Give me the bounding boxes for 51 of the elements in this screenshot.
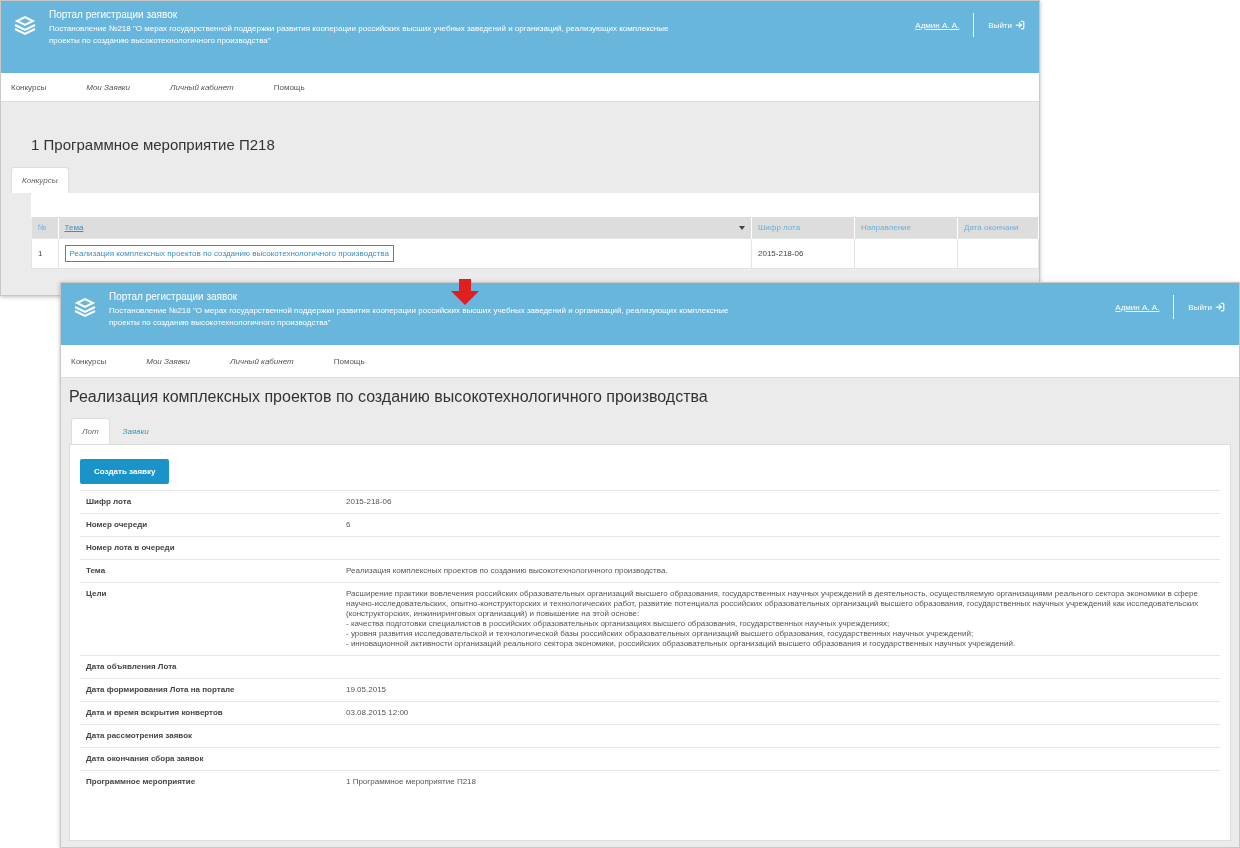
field-label: Цели (86, 589, 108, 600)
field-label: Номер лота в очереди (86, 543, 176, 553)
stacked-books-icon (73, 297, 97, 319)
tab[interactable]: Конкурсы (11, 167, 69, 193)
page-heading: Реализация комплексных проектов по созданию высокотехнологичного производства (69, 388, 709, 406)
field-value: 03.08.2015 12:00 (346, 708, 410, 718)
create-application-button[interactable]: Создать заявку (80, 459, 170, 484)
nav-link[interactable]: Личный кабинет (230, 356, 294, 366)
field-value: - качества подготовки специалистов в российских образовательных организациях высшего образования, государственных научных учреждениях; (346, 619, 891, 629)
field-value: 1 Программное мероприятие П218 (346, 777, 477, 787)
field-value: Расширение практики вовлечения российских образовательных организаций высшего образования, государственных научных учреждений в деятельность, осуществляемую организациями реального сектора экономики в сфере научно-исследовательских, опытно-конструкторских и технологических работ, развитие потенциала российских образовательных организаций высшего образования, государственных научных учреждений как исследовательских (конструкторских, инжиниринговых организаций) и повышение на этой основе: (346, 589, 1200, 619)
tab[interactable]: Лот (71, 418, 110, 444)
page-heading: 1 Программное мероприятие П218 (31, 136, 276, 153)
field-value: 19.05.2015 (346, 685, 388, 695)
field-label: Номер очереди (86, 520, 149, 530)
field-value: Реализация комплексных проектов по созданию высокотехнологичного производства. (346, 566, 669, 576)
nav-link[interactable]: Мои Заявки (86, 82, 131, 92)
nav-link[interactable]: Помощь (273, 82, 305, 92)
decree-title: Постановление №218 "О мерах государственной поддержки развития кооперации российских высших учебных заведений и организаций, реализующих комплексные проекты по созданию высокотехнологичного производства" (49, 23, 670, 47)
field-label: Дата объявления Лота (86, 662, 178, 672)
field-value: - уровня развития исследовательской и технологической базы российских образовательных организаций высшего образования, государственных научных учреждений; (346, 629, 975, 639)
field-label: Дата окончания сбора заявок (86, 754, 205, 764)
nav-link[interactable]: Конкурсы (71, 356, 107, 366)
decree-title: Постановление №218 "О мерах государственной поддержки развития кооперации российских высших учебных заведений и организаций, реализующих комплексные проекты по созданию высокотехнологичного производства" (109, 305, 730, 329)
nav-link[interactable]: Мои Заявки (146, 356, 191, 366)
field-label: Дата формирования Лота на портале (86, 685, 236, 695)
column-header: № (31, 217, 58, 239)
field-label: Шифр лота (86, 497, 133, 507)
logout-icon (1015, 20, 1025, 30)
portal-title: Портал регистрации заявок (109, 291, 239, 302)
field-label: Дата рассмотрения заявок (86, 731, 194, 741)
down-arrow-icon (450, 279, 480, 305)
table-cell: 1 (31, 238, 58, 269)
column-header: Дата окончани (957, 217, 1039, 239)
topic-link[interactable]: Реализация комплексных проектов по созданию высокотехнологичного производства (64, 245, 394, 262)
nav-link[interactable]: Конкурсы (11, 82, 47, 92)
column-header: Направление (854, 217, 958, 239)
field-label: Программное мероприятие (86, 777, 197, 787)
column-header: Шифр лота (751, 217, 855, 239)
logout-icon (1215, 302, 1225, 312)
stacked-books-icon (13, 15, 37, 37)
table-cell: 2015-218-06 (751, 238, 855, 269)
field-label: Дата и время вскрытия конвертов (86, 708, 224, 718)
field-value: 6 (346, 520, 352, 530)
sort-caret-icon (739, 225, 745, 230)
field-value: - инновационной активности организаций реального сектора экономики, российских образовательных организаций высшего образования и государственных научных учреждений. (346, 639, 1017, 649)
field-value: 2015-218-06 (346, 497, 393, 507)
nav-link[interactable]: Личный кабинет (170, 82, 234, 92)
field-label: Тема (86, 566, 107, 576)
nav-link[interactable]: Помощь (333, 356, 365, 366)
portal-title: Портал регистрации заявок (49, 9, 179, 20)
